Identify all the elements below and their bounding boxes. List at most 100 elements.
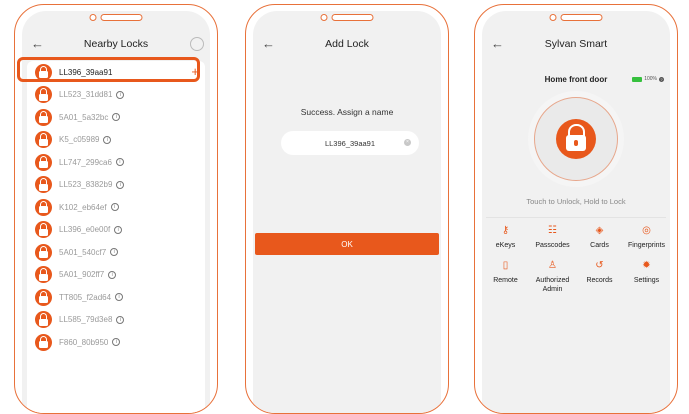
lock-list-item[interactable]: LL523_8382b9 i	[27, 174, 205, 197]
padlock-icon	[35, 153, 52, 171]
loading-spinner-icon	[190, 37, 204, 51]
back-arrow-icon[interactable]: ←	[491, 33, 504, 55]
lock-name: K5_c05989	[59, 135, 100, 145]
help-icon[interactable]: ?	[659, 76, 664, 82]
info-icon[interactable]: i	[103, 135, 112, 144]
page-title: Sylvan Smart	[544, 38, 608, 50]
menu-item-label: Records	[586, 277, 613, 284]
lock-list-item[interactable]: K5_c05989 i	[27, 129, 205, 152]
padlock-icon	[35, 333, 52, 351]
passcode-icon: ☷	[548, 225, 557, 236]
lock-name: 5A01_5a32bc	[59, 112, 109, 122]
lock-list-item[interactable]: 5A01_902ff7 i	[27, 264, 205, 287]
info-icon[interactable]: i	[116, 90, 125, 99]
touch-hint: Touch to Unlock, Hold to Lock	[526, 197, 626, 206]
menu-item-settings[interactable]: ✹ Settings	[623, 260, 670, 294]
padlock-icon	[35, 198, 52, 216]
card-icon: ◈	[595, 225, 604, 236]
menu-item-label: Fingerprints	[628, 242, 665, 249]
padlock-icon	[35, 108, 52, 126]
padlock-icon	[556, 119, 596, 159]
selected-lock-highlight	[17, 57, 200, 82]
menu-item-remote[interactable]: ▯ Remote	[482, 260, 529, 294]
lock-name: 5A01_540cf7	[59, 247, 107, 257]
admin-icon: ♙	[548, 260, 557, 271]
battery-status: 100% ?	[632, 76, 664, 82]
ekey-icon: ⚷	[501, 225, 510, 236]
padlock-icon	[35, 86, 52, 104]
lock-list: LL396_39aa91 + LL523_31dd81 i 5A01_5a32bc i K5…	[27, 61, 205, 413]
lock-list-item[interactable]: 5A01_5a32bc i	[27, 106, 205, 129]
screen-lock-control: ← Sylvan Smart Home front door 100% ? To…	[482, 11, 670, 413]
lock-name: F860_80b950	[59, 337, 109, 347]
menu-item-records[interactable]: ↺ Records	[576, 260, 623, 294]
fingerprint-icon: ◎	[642, 225, 651, 236]
screen-add-lock: ← Add Lock Success. Assign a name LL396_…	[253, 11, 441, 413]
menu-item-label: Remote	[493, 277, 518, 284]
back-arrow-icon[interactable]: ←	[31, 33, 44, 55]
info-icon[interactable]: i	[114, 225, 123, 234]
menu-item-label: Cards	[590, 242, 609, 249]
info-icon[interactable]: i	[115, 293, 124, 302]
clear-icon[interactable]: ×	[404, 139, 411, 146]
info-icon[interactable]: i	[112, 113, 121, 122]
padlock-icon	[35, 176, 52, 194]
battery-level: 100%	[644, 76, 657, 82]
padlock-icon	[35, 221, 52, 239]
menu-item-cards[interactable]: ◈ Cards	[576, 225, 623, 250]
lock-list-item[interactable]: 5A01_540cf7 i	[27, 241, 205, 264]
lock-name: LL585_79d3e8	[59, 315, 113, 325]
menu-item-fingerprints[interactable]: ◎ Fingerprints	[623, 225, 670, 250]
phone-notch	[320, 14, 374, 21]
info-icon[interactable]: i	[110, 248, 119, 257]
padlock-icon	[35, 311, 52, 329]
lock-list-item[interactable]: LL396_e0e00f i	[27, 219, 205, 242]
remote-icon: ▯	[502, 260, 509, 271]
divider	[486, 217, 666, 218]
header: ← Sylvan Smart	[482, 33, 670, 55]
lock-list-item[interactable]: LL523_31dd81 i	[27, 84, 205, 107]
menu-item-label: Passcodes	[535, 242, 570, 249]
info-icon[interactable]: i	[112, 338, 121, 347]
padlock-icon	[35, 266, 52, 284]
lock-name-value[interactable]: LL396_39aa91	[325, 139, 375, 148]
lock-name: LL747_299ca6	[59, 157, 112, 167]
lock-name: K102_eb64ef	[59, 202, 107, 212]
ok-button[interactable]: OK	[255, 233, 439, 255]
settings-icon: ✹	[642, 260, 651, 271]
page-title: Add Lock	[325, 38, 369, 50]
lock-name: LL523_8382b9	[59, 180, 113, 190]
phone-notch	[89, 14, 143, 21]
menu-item-ekeys[interactable]: ⚷ eKeys	[482, 225, 529, 250]
lock-name: 5A01_902ff7	[59, 270, 105, 280]
header: ← Nearby Locks	[22, 33, 210, 55]
info-icon[interactable]: i	[115, 158, 124, 167]
menu-item-passcodes[interactable]: ☷ Passcodes	[529, 225, 576, 250]
lock-list-item[interactable]: TT805_f2ad64 i	[27, 286, 205, 309]
header: ← Add Lock	[253, 33, 441, 55]
unlock-button[interactable]	[534, 97, 618, 181]
menu-item-label: eKeys	[495, 242, 516, 249]
lock-name-input[interactable]: LL396_39aa91 ×	[281, 131, 419, 155]
battery-icon	[632, 76, 643, 82]
page-title: Nearby Locks	[83, 38, 149, 50]
info-icon[interactable]: i	[116, 180, 125, 189]
info-icon[interactable]: i	[108, 270, 117, 279]
lock-list-item[interactable]: LL585_79d3e8 i	[27, 309, 205, 332]
menu-item-label: Settings	[633, 277, 660, 284]
padlock-icon	[35, 243, 52, 261]
success-message: Success. Assign a name	[300, 107, 394, 117]
phone-lock-control: ← Sylvan Smart Home front door 100% ? To…	[474, 4, 678, 414]
lock-name: TT805_f2ad64	[59, 292, 112, 302]
info-icon[interactable]: i	[110, 203, 119, 212]
lock-list-item[interactable]: K102_eb64ef i	[27, 196, 205, 219]
lock-list-item[interactable]: LL747_299ca6 i	[27, 151, 205, 174]
menu-item-label: Authorized Admin	[535, 277, 570, 293]
lock-list-item[interactable]: F860_80b950 i	[27, 331, 205, 354]
phone-notch	[549, 14, 603, 21]
back-arrow-icon[interactable]: ←	[262, 33, 275, 55]
lock-name: LL523_31dd81	[59, 90, 113, 100]
lock-name: LL396_e0e00f	[59, 225, 111, 235]
info-icon[interactable]: i	[116, 315, 125, 324]
menu-item-authorized-admin[interactable]: ♙ Authorized Admin	[529, 260, 576, 294]
